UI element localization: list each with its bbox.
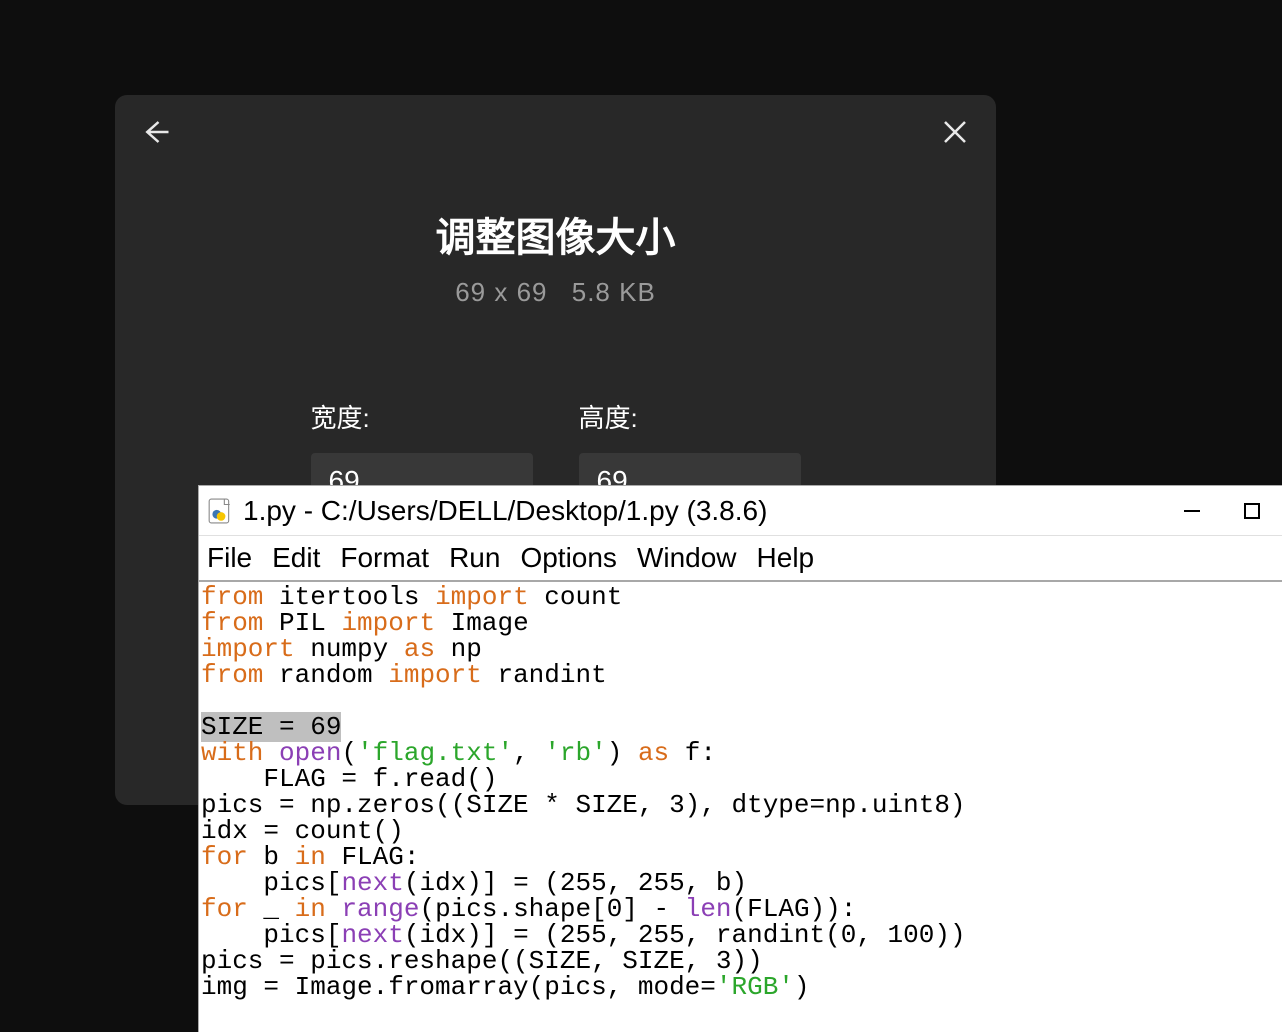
dialog-subtitle: 69 x 69 5.8 KB: [115, 277, 996, 308]
dialog-title: 调整图像大小: [115, 205, 996, 263]
menu-options[interactable]: Options: [516, 542, 621, 574]
code-token: img = Image.fromarray(pics, mode=: [201, 972, 716, 1002]
code-token: ): [607, 738, 638, 768]
editor-titlebar[interactable]: 1.py - C:/Users/DELL/Desktop/1.py (3.8.6…: [199, 486, 1282, 536]
width-label: 宽度:: [311, 398, 533, 435]
image-filesize: 5.8 KB: [572, 277, 656, 307]
menu-window[interactable]: Window: [633, 542, 741, 574]
menu-format[interactable]: Format: [336, 542, 433, 574]
arrow-left-icon: [141, 117, 171, 147]
code-token: ): [794, 972, 810, 1002]
close-icon: [940, 117, 970, 147]
maximize-icon: [1243, 502, 1261, 520]
editor-title: 1.py - C:/Users/DELL/Desktop/1.py (3.8.6…: [243, 495, 1162, 527]
menu-run[interactable]: Run: [445, 542, 504, 574]
editor-menubar: File Edit Format Run Options Window Help: [199, 536, 1282, 582]
code-token: random: [263, 660, 388, 690]
code-token: 'RGB': [716, 972, 794, 1002]
code-token: f:: [669, 738, 716, 768]
back-button[interactable]: [141, 117, 171, 152]
menu-file[interactable]: File: [203, 542, 256, 574]
code-token: ,: [513, 738, 544, 768]
window-buttons: [1162, 486, 1282, 536]
minimize-icon: [1182, 501, 1202, 521]
editor-window: 1.py - C:/Users/DELL/Desktop/1.py (3.8.6…: [199, 486, 1282, 1032]
maximize-button[interactable]: [1222, 486, 1282, 536]
menu-edit[interactable]: Edit: [268, 542, 324, 574]
python-file-icon: [207, 498, 233, 524]
code-token: import: [388, 660, 482, 690]
code-token: 'rb': [544, 738, 606, 768]
image-dimensions: 69 x 69: [455, 277, 547, 307]
code-editor[interactable]: from itertools import count from PIL imp…: [199, 582, 1282, 1002]
code-token: as: [638, 738, 669, 768]
code-token: from: [201, 660, 263, 690]
code-token: count: [529, 582, 623, 612]
dialog-header: [115, 95, 996, 170]
menu-help[interactable]: Help: [753, 542, 819, 574]
code-token: randint: [482, 660, 607, 690]
close-button[interactable]: [940, 117, 970, 152]
minimize-button[interactable]: [1162, 486, 1222, 536]
height-label: 高度:: [579, 398, 801, 435]
